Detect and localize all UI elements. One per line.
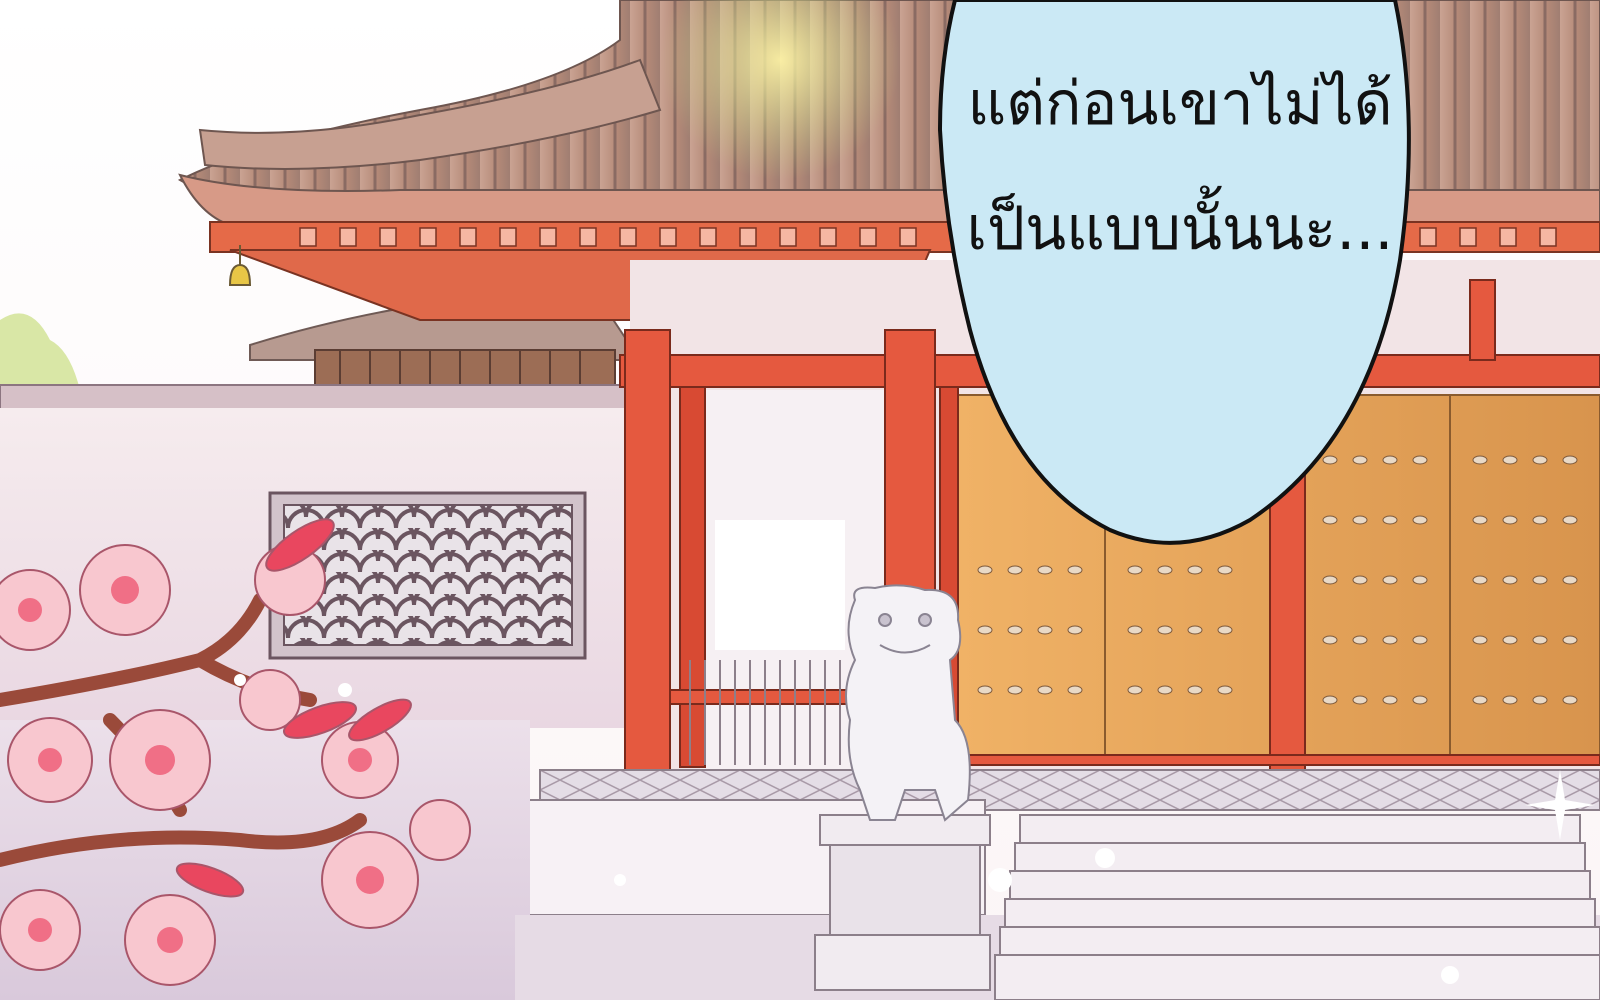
stairs [994,814,1600,1000]
speech-bubble-line-2: เป็นแบบนั้นนะ... [966,194,1394,264]
guardian-lion-statue [845,584,971,822]
palace-courtyard-illustration [0,0,1600,1000]
speech-bubble-line-1: แต่ก่อนเขาไม่ได้ [967,69,1393,139]
pillar [624,329,671,781]
